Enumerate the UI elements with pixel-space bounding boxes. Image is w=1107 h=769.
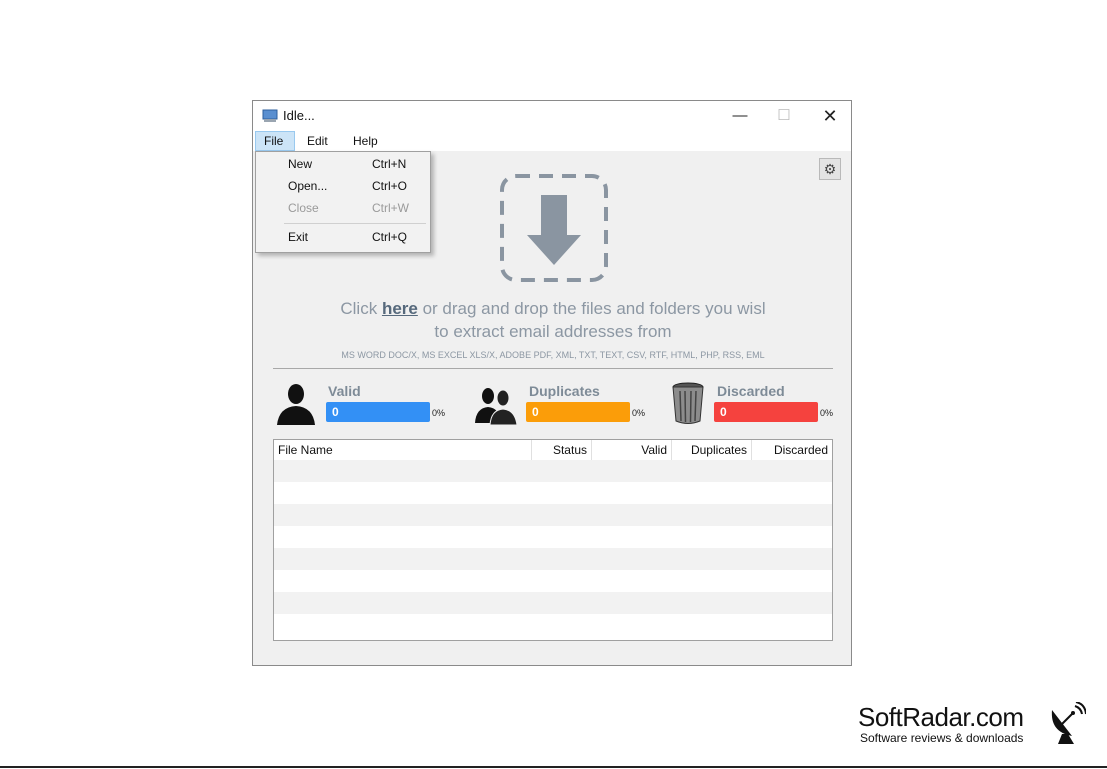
menu-item-shortcut: Ctrl+W [372, 201, 409, 215]
divider [273, 368, 833, 369]
valid-count-bar: 0 [326, 402, 430, 422]
menu-item-close: Close Ctrl+W [256, 198, 428, 218]
menu-item-label: Open... [288, 179, 328, 193]
duplicates-label: Duplicates [529, 383, 600, 399]
table-row [274, 570, 832, 592]
column-status[interactable]: Status [532, 440, 592, 460]
menu-item-label: Close [288, 201, 319, 215]
menu-bar: File Edit Help [253, 131, 851, 151]
table-row [274, 526, 832, 548]
menu-separator [284, 223, 426, 224]
app-window: Idle... — ☐ ✕ File Edit Help New Ctrl+N … [252, 100, 852, 666]
menu-item-open[interactable]: Open... Ctrl+O [256, 176, 428, 196]
menu-item-label: Exit [288, 230, 309, 244]
logo-tagline: Software reviews & downloads [860, 731, 1024, 745]
menu-item-shortcut: Ctrl+Q [372, 230, 408, 244]
results-table[interactable]: File Name Status Valid Duplicates Discar… [273, 439, 833, 641]
table-row [274, 548, 832, 570]
valid-label: Valid [328, 383, 361, 399]
prompt-text: or drag and drop the files and folders y… [417, 299, 766, 318]
file-menu-dropdown: New Ctrl+N Open... Ctrl+O Close Ctrl+W E… [255, 151, 431, 253]
settings-button[interactable]: ⚙ [819, 158, 841, 180]
users-icon [475, 388, 518, 425]
trash-icon [672, 382, 704, 424]
title-bar: Idle... — ☐ ✕ [253, 101, 851, 131]
table-row [274, 592, 832, 614]
table-row [274, 504, 832, 526]
column-valid[interactable]: Valid [592, 440, 672, 460]
discarded-label: Discarded [717, 383, 785, 399]
duplicates-count-bar: 0 [526, 402, 630, 422]
app-icon [262, 109, 278, 122]
prompt-text-line2: to extract email addresses from [434, 322, 672, 341]
drop-prompt: Click here or drag and drop the files an… [273, 297, 833, 343]
table-row [274, 482, 832, 504]
user-icon [277, 384, 315, 425]
menu-edit[interactable]: Edit [299, 131, 336, 151]
discarded-percent: 0% [820, 408, 834, 418]
column-file-name[interactable]: File Name [274, 440, 532, 460]
menu-file[interactable]: File [255, 131, 295, 151]
column-duplicates[interactable]: Duplicates [672, 440, 752, 460]
download-arrow-icon[interactable] [499, 173, 609, 283]
duplicates-percent: 0% [632, 408, 646, 418]
menu-item-shortcut: Ctrl+O [372, 179, 408, 193]
menu-help[interactable]: Help [345, 131, 386, 151]
minimize-button[interactable]: — [717, 101, 763, 131]
menu-item-new[interactable]: New Ctrl+N [256, 154, 428, 174]
table-row [274, 460, 832, 482]
bottom-border [0, 766, 1107, 768]
menu-item-exit[interactable]: Exit Ctrl+Q [256, 227, 428, 247]
satellite-dish-icon [1051, 702, 1086, 744]
maximize-button[interactable]: ☐ [761, 101, 807, 131]
window-title: Idle... [283, 108, 315, 123]
gear-icon: ⚙ [823, 161, 837, 177]
table-row [274, 614, 832, 636]
prompt-text: Click [340, 299, 382, 318]
menu-item-label: New [288, 157, 313, 171]
column-discarded[interactable]: Discarded [752, 440, 832, 460]
browse-link[interactable]: here [382, 299, 418, 318]
discarded-count-bar: 0 [714, 402, 818, 422]
supported-formats: MS WORD DOC/X, MS EXCEL XLS/X, ADOBE PDF… [341, 350, 765, 360]
close-button[interactable]: ✕ [807, 101, 853, 131]
valid-percent: 0% [432, 408, 446, 418]
softradar-logo: SoftRadar.com Software reviews & downloa… [858, 702, 1098, 752]
logo-brand: SoftRadar.com [858, 702, 1024, 732]
menu-item-shortcut: Ctrl+N [372, 157, 407, 171]
table-header: File Name Status Valid Duplicates Discar… [274, 440, 832, 460]
